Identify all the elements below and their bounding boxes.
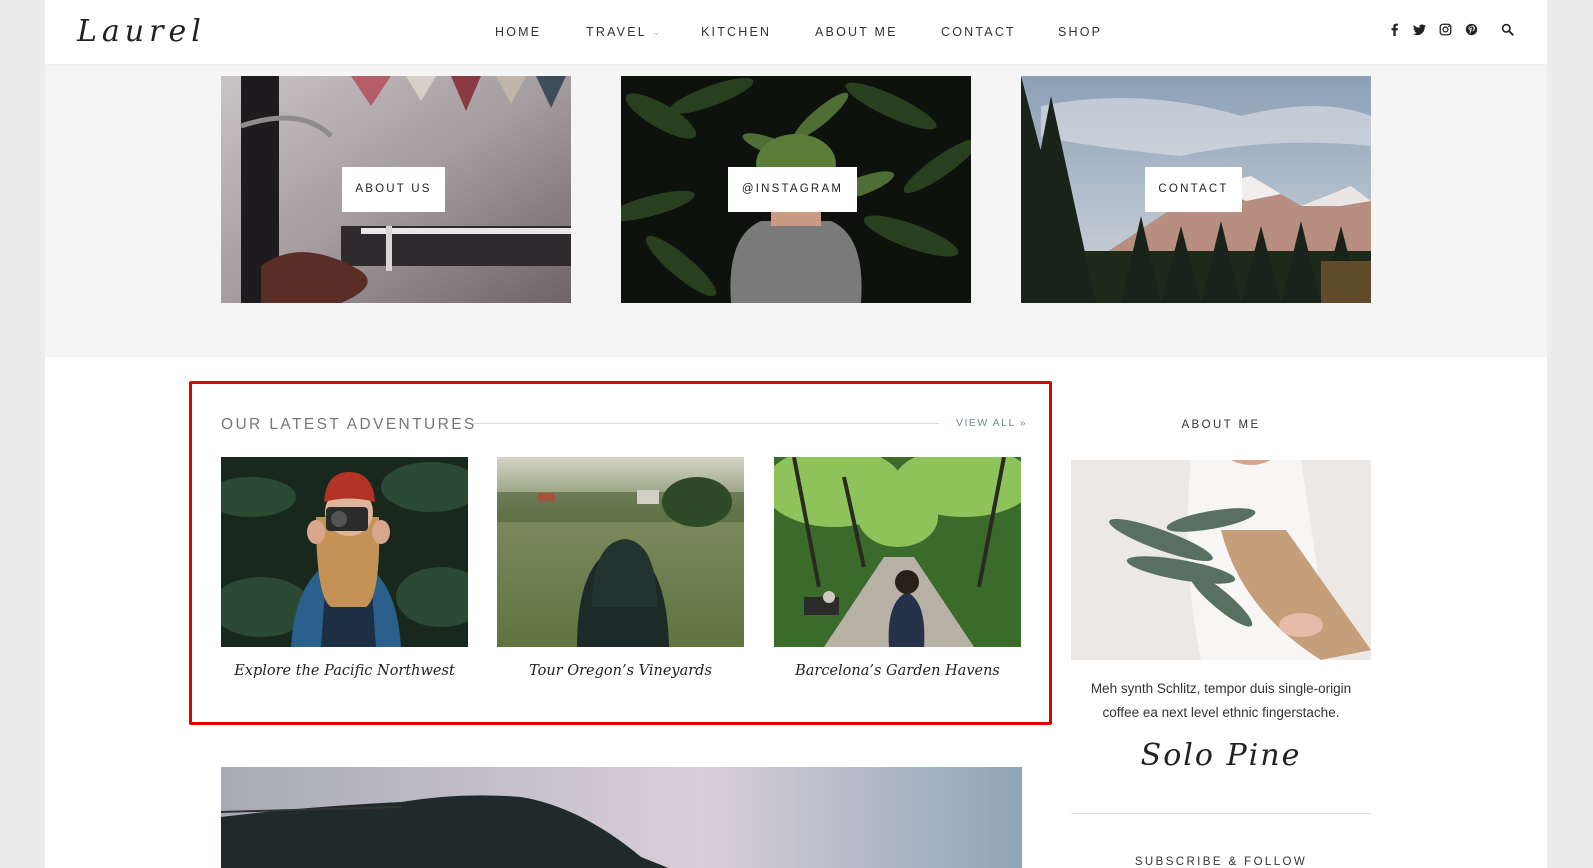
chevron-down-icon: ⌄ bbox=[652, 27, 663, 37]
search-icon[interactable] bbox=[1499, 23, 1515, 39]
post-image-barcelona-gardens[interactable] bbox=[774, 457, 1021, 647]
sidebar-divider bbox=[1071, 813, 1371, 814]
twitter-icon[interactable] bbox=[1411, 23, 1427, 39]
post-image-pacific-northwest[interactable] bbox=[221, 457, 468, 647]
nav-home[interactable]: HOME bbox=[495, 25, 541, 39]
about-us-button[interactable]: ABOUT US bbox=[342, 167, 445, 212]
featured-post-image[interactable] bbox=[221, 767, 1022, 868]
nav-shop[interactable]: SHOP bbox=[1058, 25, 1102, 39]
subscribe-follow-heading: SUBSCRIBE & FOLLOW bbox=[1134, 856, 1308, 868]
site-header: Laurel HOME TRAVEL ⌄ KITCHEN ABOUT ME CON… bbox=[45, 0, 1547, 65]
nav-contact[interactable]: CONTACT bbox=[941, 25, 1016, 39]
section-title: OUR LATEST ADVENTURES bbox=[221, 416, 477, 433]
facebook-icon[interactable] bbox=[1386, 23, 1402, 39]
post-title-oregon-vineyards[interactable]: Tour Oregon’s Vineyards bbox=[497, 663, 744, 679]
nav-travel-label[interactable]: TRAVEL bbox=[586, 25, 647, 39]
about-me-heading: ABOUT ME bbox=[1181, 419, 1261, 431]
nav-kitchen[interactable]: KITCHEN bbox=[701, 25, 771, 39]
nav-travel[interactable]: TRAVEL ⌄ bbox=[586, 25, 663, 39]
instagram-button[interactable]: @INSTAGRAM bbox=[728, 167, 857, 212]
photographer-image bbox=[221, 457, 468, 647]
instagram-icon[interactable] bbox=[1437, 23, 1453, 39]
pinterest-icon[interactable] bbox=[1463, 23, 1479, 39]
promo-contact[interactable]: CONTACT bbox=[1021, 76, 1371, 303]
post-image-oregon-vineyards[interactable] bbox=[497, 457, 744, 647]
woman-flowers-image bbox=[1071, 460, 1371, 660]
main-nav: HOME TRAVEL ⌄ KITCHEN ABOUT ME CONTACT SH… bbox=[45, 0, 1547, 65]
about-me-text: Meh synth Schlitz, tempor duis single-or… bbox=[1090, 681, 1352, 720]
nav-about-me[interactable]: ABOUT ME bbox=[815, 25, 898, 39]
post-title-barcelona-gardens[interactable]: Barcelona’s Garden Havens bbox=[774, 663, 1021, 679]
section-divider bbox=[472, 423, 939, 424]
signature: Solo Pine bbox=[1140, 738, 1302, 773]
promo-instagram[interactable]: @INSTAGRAM bbox=[621, 76, 971, 303]
hooded-figure-image bbox=[497, 457, 744, 647]
view-all-link[interactable]: VIEW ALL » bbox=[956, 417, 1027, 429]
about-me-image bbox=[1071, 460, 1371, 660]
post-title-pacific-northwest[interactable]: Explore the Pacific Northwest bbox=[221, 663, 468, 679]
coastal-cliff-image bbox=[221, 767, 1022, 868]
promo-about-us[interactable]: ABOUT US bbox=[221, 76, 571, 303]
contact-button[interactable]: CONTACT bbox=[1145, 167, 1242, 212]
garden-path-image bbox=[774, 457, 1021, 647]
